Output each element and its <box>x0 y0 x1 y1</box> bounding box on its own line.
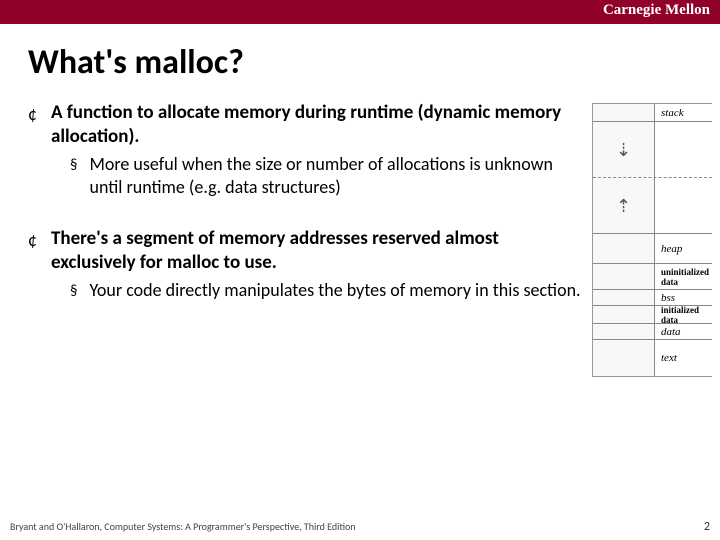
bullet-l2: § More useful when the size or number of… <box>70 153 584 200</box>
footer: Bryant and O'Hallaron, Computer Systems:… <box>10 520 710 534</box>
arrow-up-icon: ⇡ <box>593 178 655 233</box>
bullet-block: ¢ There's a segment of memory addresses … <box>20 227 584 302</box>
diagram-segment: data <box>593 324 712 340</box>
memory-diagram: stack ⇣ ⇡ heap uninitialized data bss in… <box>592 103 712 377</box>
header-bar: Carnegie Mellon <box>0 0 720 24</box>
diagram-segment: uninitialized data <box>593 264 712 290</box>
circle-bullet-icon: ¢ <box>28 229 37 251</box>
footer-credit: Bryant and O'Hallaron, Computer Systems:… <box>10 520 356 534</box>
square-bullet-icon: § <box>70 282 77 300</box>
diagram-segment: ⇣ <box>593 122 712 178</box>
content-area: ¢ A function to allocate memory during r… <box>0 101 720 377</box>
bullet-block: ¢ A function to allocate memory during r… <box>20 101 584 199</box>
arrow-down-icon: ⇣ <box>593 122 655 177</box>
segment-label: data <box>655 326 681 338</box>
diagram-segment: text <box>593 340 712 376</box>
bullet-l2: § Your code directly manipulates the byt… <box>70 279 584 302</box>
circle-bullet-icon: ¢ <box>28 103 37 125</box>
segment-label: uninitialized data <box>661 267 709 287</box>
segment-label: bss <box>655 292 675 304</box>
segment-label: heap <box>655 243 682 255</box>
slide-title: What's malloc? <box>0 24 720 101</box>
bullet-text: More useful when the size or number of a… <box>89 153 584 200</box>
bullet-column: ¢ A function to allocate memory during r… <box>20 101 592 377</box>
segment-label: stack <box>655 107 684 119</box>
segment-label: text <box>655 352 677 364</box>
segment-label: initialized data <box>661 305 699 325</box>
bullet-l1: ¢ There's a segment of memory addresses … <box>20 227 584 275</box>
diagram-segment: heap <box>593 234 712 264</box>
bullet-text: Your code directly manipulates the bytes… <box>89 279 580 302</box>
bullet-text: A function to allocate memory during run… <box>51 101 584 149</box>
diagram-segment: stack <box>593 104 712 122</box>
bullet-l1: ¢ A function to allocate memory during r… <box>20 101 584 149</box>
diagram-segment: ⇡ <box>593 178 712 234</box>
org-name: Carnegie Mellon <box>603 2 710 18</box>
diagram-segment: initialized data <box>593 306 712 324</box>
square-bullet-icon: § <box>70 156 77 174</box>
page-number: 2 <box>704 520 710 534</box>
bullet-text: There's a segment of memory addresses re… <box>51 227 584 275</box>
